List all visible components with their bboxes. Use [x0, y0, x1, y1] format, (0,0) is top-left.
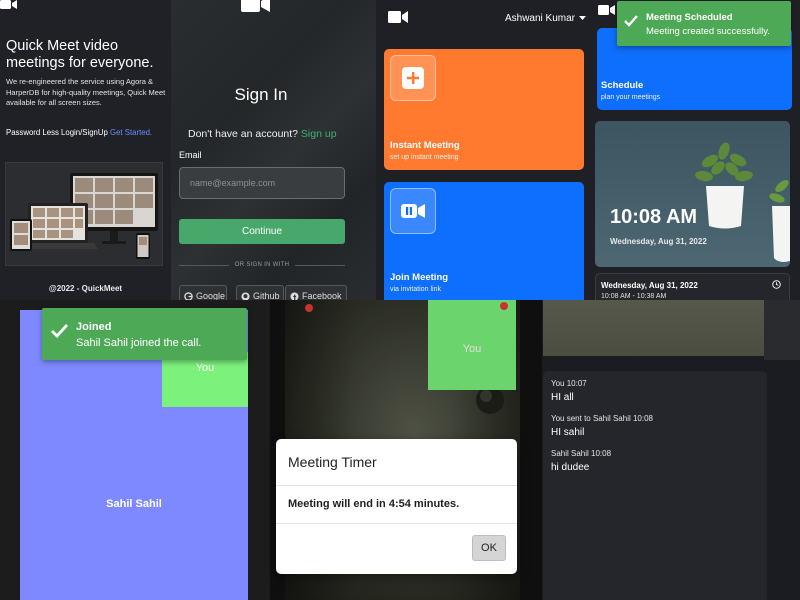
- chat-panel: You 10:07 HI all You sent to Sahil Sahil…: [542, 300, 800, 600]
- user-name: Ashwani Kumar: [504, 13, 575, 24]
- google-button[interactable]: Google: [179, 285, 227, 300]
- meeting-date: Wednesday, Aug 31, 2022: [601, 281, 698, 290]
- meeting-time-range: 10:08 AM - 10:38 AM: [601, 293, 667, 300]
- video-preview-edge: [764, 300, 800, 360]
- landing-description: We re-engineered the service using Agora…: [6, 77, 166, 107]
- video-camera-icon: [598, 5, 615, 15]
- user-menu[interactable]: Ashwani Kumar: [505, 13, 586, 24]
- plant-illustration-2: [769, 180, 790, 262]
- no-account-text: Don't have an account? Sign up: [188, 128, 337, 140]
- github-icon: [241, 291, 250, 300]
- devices-illustration: [5, 162, 163, 266]
- divider-text: OR SIGN IN WITH: [234, 262, 290, 268]
- no-account-label: Don't have an account?: [188, 128, 298, 140]
- signin-divider: OR SIGN IN WITH: [179, 262, 345, 268]
- google-icon: [184, 291, 193, 300]
- toast-title: Meeting Scheduled: [646, 12, 733, 23]
- check-icon: [624, 15, 638, 27]
- chat-box: You 10:07 HI all You sent to Sahil Sahil…: [543, 371, 767, 600]
- landing-footer: @2022 - QuickMeet: [48, 284, 123, 293]
- video-camera-icon: [388, 11, 408, 23]
- chat-meta: You 10:07: [551, 379, 587, 388]
- instant-meeting-sub: set up instant meeting: [390, 154, 459, 161]
- joined-toast[interactable]: Joined Sahil Sahil joined the call.: [42, 308, 247, 360]
- join-meeting-card[interactable]: Join Meeting via invitation link: [384, 182, 584, 300]
- clock-card: 10:08 AM Wednesday, Aug 31, 2022: [595, 121, 790, 267]
- plant-illustration: [695, 142, 753, 229]
- facebook-icon: [290, 291, 299, 300]
- chat-message: Sahil Sahil 10:08 hi dudee: [551, 449, 611, 473]
- instant-meeting-title: Instant Meeting: [390, 140, 460, 151]
- chat-message: You 10:07 HI all: [551, 379, 587, 403]
- video-preview: [543, 300, 764, 356]
- clock-time: 10:08 AM: [610, 206, 698, 228]
- signin-panel: Sign In Don't have an account? Sign up E…: [171, 0, 376, 300]
- email-field[interactable]: [179, 167, 345, 199]
- self-label: You: [195, 362, 215, 374]
- video-join-icon: [390, 188, 436, 234]
- divider-line-right: [295, 264, 345, 266]
- github-button[interactable]: Github: [236, 285, 284, 300]
- get-started-link[interactable]: Get Started.: [110, 128, 152, 137]
- upcoming-meeting[interactable]: Wednesday, Aug 31, 2022 10:08 AM - 10:38…: [595, 273, 790, 300]
- facebook-label: Facebook: [302, 291, 342, 300]
- chat-text: hi dudee: [551, 462, 590, 473]
- schedule-title: Schedule: [601, 80, 644, 91]
- instant-meeting-card[interactable]: Instant Meeting set up instant meeting: [384, 49, 584, 170]
- passwordless-text: Password Less Login/SignUp Get Started.: [6, 128, 152, 137]
- signin-title: Sign In: [234, 85, 288, 104]
- continue-button[interactable]: Continue: [179, 219, 345, 244]
- chat-message: You sent to Sahil Sahil 10:08 HI sahil: [551, 414, 653, 438]
- toast-body: Meeting created successfully.: [646, 26, 770, 37]
- caret-down-icon: [579, 16, 586, 20]
- check-icon: [51, 324, 68, 338]
- join-meeting-sub: via invitation link: [390, 286, 441, 293]
- dialog-title: Meeting Timer: [288, 454, 377, 470]
- clock-icon: [772, 280, 781, 289]
- google-label: Google: [196, 291, 226, 300]
- ok-button[interactable]: OK: [472, 535, 506, 561]
- dialog-message: Meeting will end in 4:54 minutes.: [288, 498, 460, 510]
- dashboard-panel: Ashwani Kumar Instant Meeting set up ins…: [376, 0, 590, 300]
- dialog-divider: [276, 485, 517, 486]
- chat-text: HI sahil: [551, 427, 585, 438]
- landing-panel: Quick Meet video meetings for everyone. …: [0, 0, 171, 300]
- schedule-sub: plan your meetings: [601, 94, 661, 101]
- self-video-tile: You: [162, 352, 248, 407]
- signup-link[interactable]: Sign up: [301, 128, 337, 140]
- toast-title: Joined: [76, 321, 112, 333]
- toast-body: Sahil Sahil joined the call.: [76, 337, 202, 349]
- chat-meta: You sent to Sahil Sahil 10:08: [551, 414, 654, 423]
- clock-date: Wednesday, Aug 31, 2022: [610, 237, 707, 246]
- video-camera-icon: [241, 0, 270, 12]
- chat-text: HI all: [551, 392, 574, 403]
- email-label: Email: [179, 150, 202, 160]
- join-meeting-title: Join Meeting: [390, 272, 449, 283]
- dialog-divider: [276, 523, 517, 524]
- meeting-scheduled-toast[interactable]: Meeting Scheduled Meeting created succes…: [617, 1, 791, 46]
- meeting-timer-dialog: Meeting Timer Meeting will end in 4:54 m…: [276, 439, 517, 574]
- video-camera-icon: [0, 0, 17, 9]
- divider-line-left: [179, 264, 229, 266]
- chat-meta: Sahil Sahil 10:08: [551, 449, 612, 458]
- passwordless-label: Password Less Login/SignUp: [6, 128, 108, 137]
- landing-headline: Quick Meet video meetings for everyone.: [6, 38, 154, 71]
- plus-icon: [390, 55, 436, 101]
- github-label: Github: [253, 291, 280, 300]
- participant-name: Sahil Sahil: [106, 498, 162, 510]
- facebook-button[interactable]: Facebook: [285, 285, 347, 300]
